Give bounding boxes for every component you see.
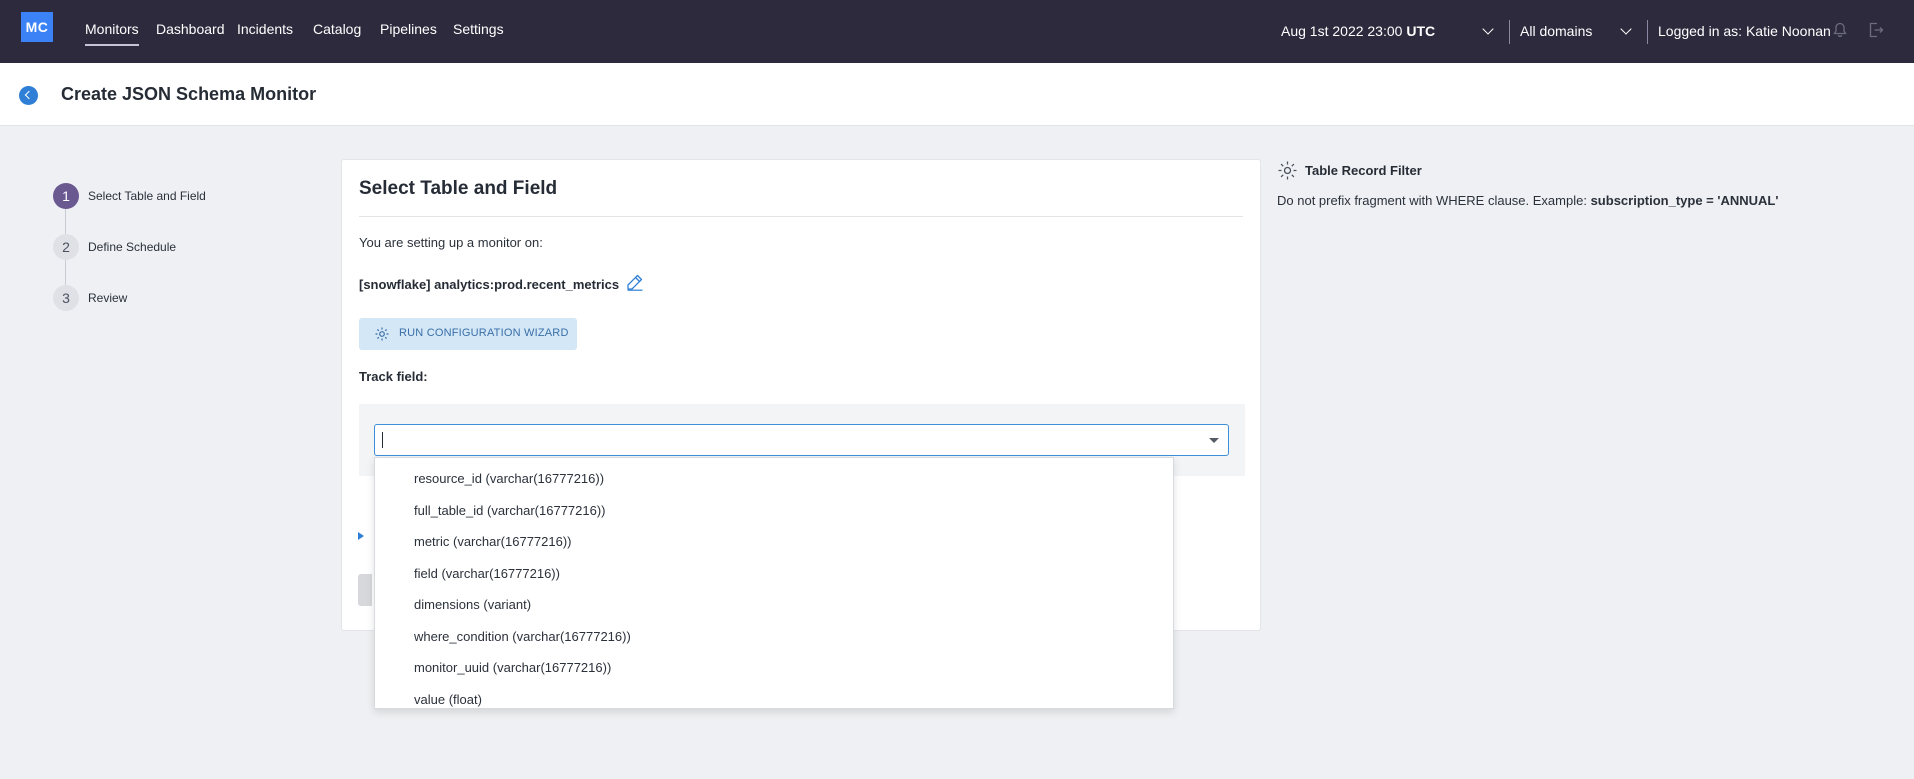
list-item[interactable]: value (float) [414,692,482,707]
list-item[interactable]: where_condition (varchar(16777216)) [414,629,631,644]
divider [359,216,1243,217]
step-2-label[interactable]: Define Schedule [88,240,176,254]
date-chevron-down-icon[interactable] [1482,23,1494,35]
expand-triangle-icon[interactable] [358,532,364,540]
list-item[interactable]: monitor_uuid (varchar(16777216)) [414,660,611,675]
step-1-number[interactable]: 1 [53,183,79,209]
step-1-label[interactable]: Select Table and Field [88,189,206,203]
step-3-label[interactable]: Review [88,291,127,305]
gear-icon [1278,161,1297,180]
date-value: Aug 1st 2022 23:00 [1281,23,1403,39]
domain-chevron-down-icon[interactable] [1620,23,1632,35]
bell-icon[interactable] [1833,22,1847,38]
page-title: Create JSON Schema Monitor [61,84,317,104]
card-title: Select Table and Field [359,178,558,199]
nav-settings[interactable]: Settings [453,21,504,37]
nav-incidents[interactable]: Incidents [237,21,293,37]
hint-example: subscription_type = 'ANNUAL' [1590,193,1779,208]
nav-pipelines[interactable]: Pipelines [380,21,437,37]
run-configuration-wizard-button[interactable]: RUN CONFIGURATION WIZARD [359,318,577,350]
list-item[interactable]: dimensions (variant) [414,597,531,612]
wizard-button-label: RUN CONFIGURATION WIZARD [399,327,569,339]
divider [1509,20,1510,44]
divider [1647,20,1648,44]
nav-dashboard[interactable]: Dashboard [156,21,225,37]
list-item[interactable]: full_table_id (varchar(16777216)) [414,503,606,518]
setup-text: You are setting up a monitor on: [359,235,543,250]
pencil-icon[interactable] [626,273,644,291]
step-3-number[interactable]: 3 [53,285,79,311]
dropdown-arrow-icon[interactable] [1209,438,1219,443]
list-item[interactable]: field (varchar(16777216)) [414,566,560,581]
domain-selector[interactable]: All domains [1520,23,1592,39]
table-record-filter-title: Table Record Filter [1305,163,1422,178]
app-logo[interactable]: MC [21,12,53,42]
nav-catalog[interactable]: Catalog [313,21,361,37]
page-header: Create JSON Schema Monitor [0,63,1914,126]
track-field-label: Track field: [359,369,428,384]
list-item[interactable]: resource_id (varchar(16777216)) [414,471,604,486]
logged-in-user: Logged in as: Katie Noonan [1658,23,1831,39]
text-cursor [382,432,383,448]
list-item[interactable]: metric (varchar(16777216)) [414,534,572,549]
timezone-label: UTC [1406,23,1436,39]
step-2-number[interactable]: 2 [53,234,79,260]
back-button[interactable] [19,86,38,105]
logout-icon[interactable] [1868,22,1884,38]
nav-monitors[interactable]: Monitors [85,21,139,46]
disabled-button[interactable] [358,574,372,606]
track-field-input[interactable] [374,424,1229,456]
date-selector[interactable]: Aug 1st 2022 23:00 UTC [1281,23,1435,39]
top-nav-bar: MC Monitors Dashboard Incidents Catalog … [0,0,1914,63]
table-name: [snowflake] analytics:prod.recent_metric… [359,277,620,292]
hint-text: Do not prefix fragment with WHERE clause… [1277,193,1587,208]
track-field-dropdown[interactable]: resource_id (varchar(16777216)) full_tab… [374,457,1174,709]
table-record-filter-hint: Do not prefix fragment with WHERE clause… [1277,193,1778,208]
gear-icon [375,327,389,341]
